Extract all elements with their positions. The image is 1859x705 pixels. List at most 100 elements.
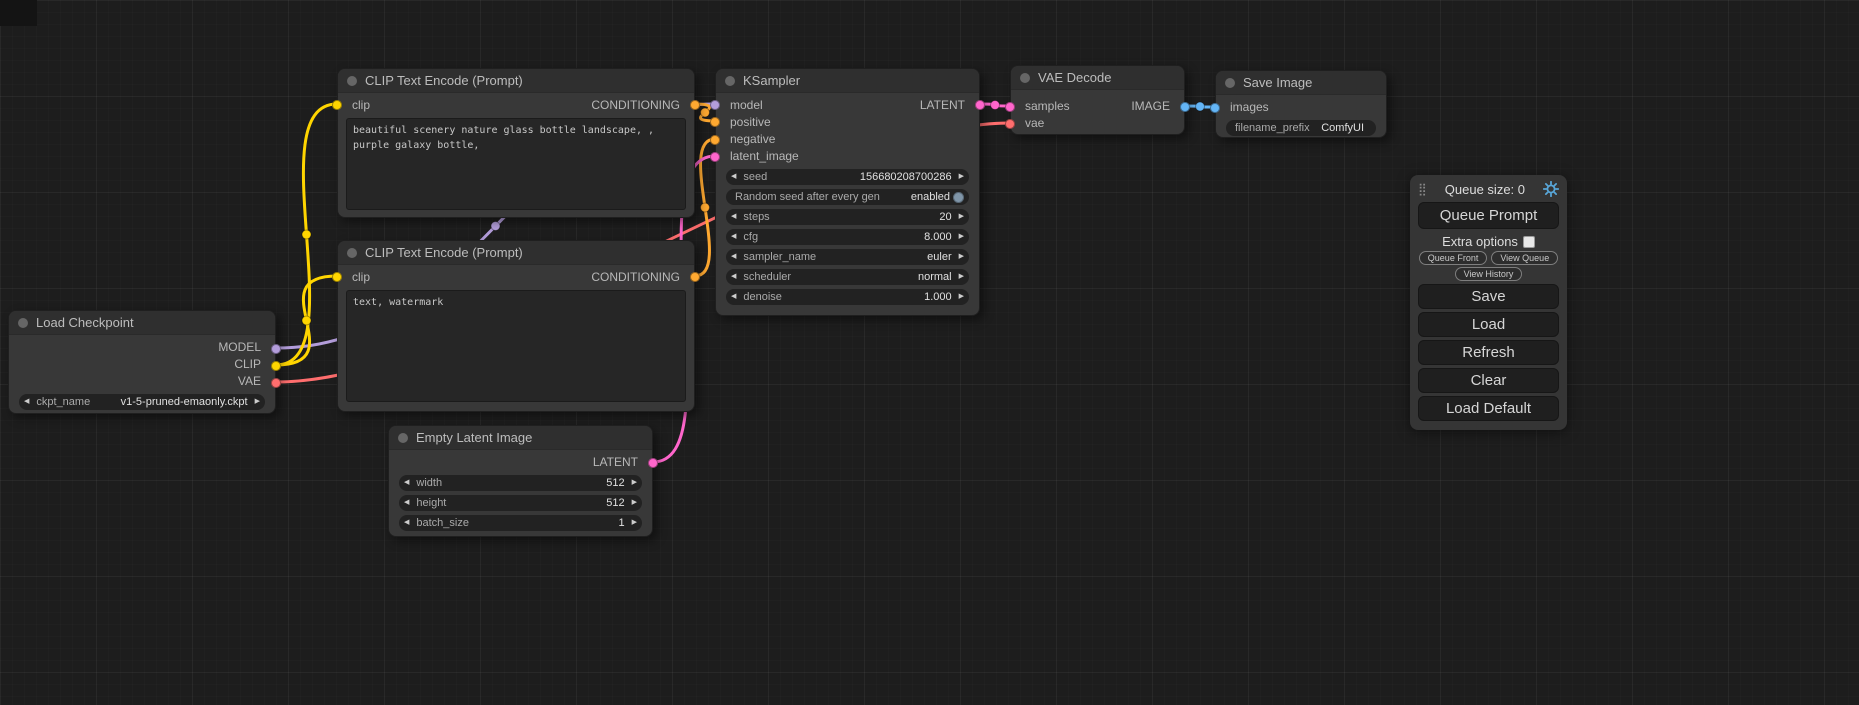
node-title: Load Checkpoint [36,315,134,330]
view-queue-button[interactable]: View Queue [1491,251,1558,265]
scheduler-widget[interactable]: ◀ scheduler normal ▶ [726,269,969,285]
refresh-button[interactable]: Refresh [1418,340,1559,365]
port-negative-input[interactable] [710,135,720,145]
output-label-vae: VAE [238,373,261,390]
increment-arrow-icon[interactable]: ▶ [632,495,637,511]
port-latent-image-input[interactable] [710,152,720,162]
height-widget[interactable]: ◀ height 512 ▶ [399,495,642,511]
node-title-bar[interactable]: CLIP Text Encode (Prompt) [338,69,694,93]
collapse-dot[interactable] [725,76,735,86]
port-clip-input[interactable] [332,100,342,110]
port-samples-input[interactable] [1005,102,1015,112]
wire-dot-model [491,222,500,231]
increment-arrow-icon[interactable]: ▶ [632,515,637,531]
seed-control-widget[interactable]: Random seed after every gen enabled [726,189,969,205]
node-clip-text-encode-negative[interactable]: CLIP Text Encode (Prompt) clip CONDITION… [337,240,695,412]
port-vae-input[interactable] [1005,119,1015,129]
ckpt-name-widget[interactable]: ◀ ckpt_name v1-5-pruned-emaonly.ckpt ▶ [19,394,265,410]
port-latent-output[interactable] [975,100,985,110]
queue-size-label: Queue size: 0 [1427,182,1543,197]
node-title-bar[interactable]: Load Checkpoint [9,311,275,335]
node-title-bar[interactable]: Save Image [1216,71,1386,95]
decrement-arrow-icon[interactable]: ◀ [731,229,736,245]
port-clip-input[interactable] [332,272,342,282]
sampler-name-widget[interactable]: ◀ sampler_name euler ▶ [726,249,969,265]
node-vae-decode[interactable]: VAE Decode samples IMAGE vae [1010,65,1185,135]
load-button[interactable]: Load [1418,312,1559,337]
decrement-arrow-icon[interactable]: ◀ [404,475,409,491]
port-image-output[interactable] [1180,102,1190,112]
node-load-checkpoint[interactable]: Load Checkpoint MODEL CLIP VAE ◀ ckpt_na… [8,310,276,414]
batch-size-widget[interactable]: ◀ batch_size 1 ▶ [399,515,642,531]
increment-arrow-icon[interactable]: ▶ [959,209,964,225]
port-model-output[interactable] [271,344,281,354]
steps-widget[interactable]: ◀ steps 20 ▶ [726,209,969,225]
widget-value: 156680208700286 [860,171,952,183]
toggle-knob[interactable] [953,192,964,203]
port-vae-output[interactable] [271,378,281,388]
decrement-arrow-icon[interactable]: ◀ [404,495,409,511]
collapse-dot[interactable] [398,433,408,443]
port-images-input[interactable] [1210,103,1220,113]
port-clip-output[interactable] [271,361,281,371]
port-conditioning-output[interactable] [690,100,700,110]
negative-prompt-textarea[interactable]: text, watermark [346,290,686,402]
width-widget[interactable]: ◀ width 512 ▶ [399,475,642,491]
node-title-bar[interactable]: Empty Latent Image [389,426,652,450]
collapse-dot[interactable] [18,318,28,328]
node-title: Empty Latent Image [416,430,532,445]
increment-arrow-icon[interactable]: ▶ [632,475,637,491]
node-title-bar[interactable]: KSampler [716,69,979,93]
node-empty-latent-image[interactable]: Empty Latent Image LATENT ◀ width 512 ▶ … [388,425,653,537]
save-button[interactable]: Save [1418,284,1559,309]
node-save-image[interactable]: Save Image images filename_prefix ComfyU… [1215,70,1387,138]
increment-arrow-icon[interactable]: ▶ [959,269,964,285]
queue-front-button[interactable]: Queue Front [1419,251,1488,265]
port-positive-input[interactable] [710,117,720,127]
increment-arrow-icon[interactable]: ▶ [959,249,964,265]
cfg-widget[interactable]: ◀ cfg 8.000 ▶ [726,229,969,245]
output-slot-model: MODEL [9,339,275,356]
increment-arrow-icon[interactable]: ▶ [959,289,964,305]
increment-arrow-icon[interactable]: ▶ [255,394,260,410]
load-default-button[interactable]: Load Default [1418,396,1559,421]
port-model-input[interactable] [710,100,720,110]
increment-arrow-icon[interactable]: ▶ [959,169,964,185]
widget-label: sampler_name [743,251,927,263]
node-ksampler[interactable]: KSampler model LATENT positive negative … [715,68,980,316]
collapse-dot[interactable] [1225,78,1235,88]
decrement-arrow-icon[interactable]: ◀ [731,269,736,285]
collapse-dot[interactable] [1020,73,1030,83]
decrement-arrow-icon[interactable]: ◀ [731,249,736,265]
positive-prompt-textarea[interactable]: beautiful scenery nature glass bottle la… [346,118,686,210]
extra-options-checkbox[interactable] [1523,236,1535,248]
node-graph-canvas[interactable]: Load Checkpoint MODEL CLIP VAE ◀ ckpt_na… [0,0,1859,705]
node-title-bar[interactable]: VAE Decode [1011,66,1184,90]
widget-value: 20 [939,211,951,223]
node-clip-text-encode-positive[interactable]: CLIP Text Encode (Prompt) clip CONDITION… [337,68,695,218]
input-label-latent-image: latent_image [730,148,799,165]
clear-button[interactable]: Clear [1418,368,1559,393]
slot-row: clip CONDITIONING [338,269,694,286]
seed-widget[interactable]: ◀ seed 156680208700286 ▶ [726,169,969,185]
decrement-arrow-icon[interactable]: ◀ [404,515,409,531]
decrement-arrow-icon[interactable]: ◀ [731,289,736,305]
output-slot-clip: CLIP [9,356,275,373]
queue-prompt-button[interactable]: Queue Prompt [1418,202,1559,229]
filename-prefix-widget[interactable]: filename_prefix ComfyUI [1226,120,1376,136]
slot-row-vae: vae [1011,115,1184,132]
decrement-arrow-icon[interactable]: ◀ [731,169,736,185]
node-title-bar[interactable]: CLIP Text Encode (Prompt) [338,241,694,265]
decrement-arrow-icon[interactable]: ◀ [24,394,29,410]
widget-label: seed [743,171,859,183]
port-conditioning-output[interactable] [690,272,700,282]
collapse-dot[interactable] [347,76,357,86]
drag-handle-icon[interactable]: ⣿ [1418,182,1427,196]
denoise-widget[interactable]: ◀ denoise 1.000 ▶ [726,289,969,305]
settings-gear-icon[interactable] [1543,181,1559,197]
view-history-button[interactable]: View History [1455,267,1523,281]
increment-arrow-icon[interactable]: ▶ [959,229,964,245]
decrement-arrow-icon[interactable]: ◀ [731,209,736,225]
port-latent-output[interactable] [648,458,658,468]
collapse-dot[interactable] [347,248,357,258]
